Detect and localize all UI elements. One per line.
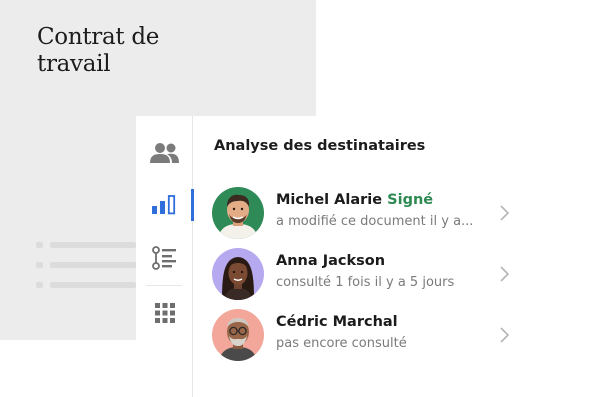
panel-title: Analyse des destinataires <box>214 138 426 154</box>
avatar <box>212 309 264 361</box>
recipient-name-line: Anna Jackson <box>276 253 385 269</box>
chevron-right-icon <box>500 266 510 282</box>
nav-apps-button[interactable] <box>136 291 193 335</box>
nav-analytics-button[interactable] <box>136 183 194 227</box>
recipient-name: Cédric Marchal <box>276 314 398 330</box>
analytics-bar-icon <box>151 195 175 215</box>
recipient-name: Anna Jackson <box>276 253 386 269</box>
doc-line <box>50 262 136 268</box>
recipient-name-line: Cédric Marchal <box>276 314 398 330</box>
avatar <box>212 248 264 300</box>
recipient-detail: consulté 1 fois il y a 5 jours <box>276 275 455 290</box>
recipient-name: Michel Alarie <box>276 192 383 208</box>
avatar-portrait <box>212 187 264 239</box>
recipient-detail: a modifié ce document il y a... <box>276 214 474 229</box>
recipient-detail: pas encore consulté <box>276 336 407 351</box>
document-title: Contrat de travail <box>37 24 160 77</box>
nav-list-button[interactable] <box>136 236 193 280</box>
doc-bullet <box>36 262 43 268</box>
doc-line <box>50 282 136 288</box>
recipient-row[interactable]: Anna Jackson consulté 1 fois il y a 5 jo… <box>212 248 522 304</box>
grid-icon <box>154 303 175 323</box>
recipient-row[interactable]: Cédric Marchal pas encore consulté <box>212 309 522 365</box>
list-icon <box>151 246 176 270</box>
avatar <box>212 187 264 239</box>
side-nav-rail <box>136 116 194 397</box>
nav-recipients-button[interactable] <box>136 131 193 175</box>
recipient-analysis-panel: Analyse des destinataires Michel Alarie … <box>136 116 590 397</box>
avatar-portrait <box>212 248 264 300</box>
nav-divider <box>146 285 182 286</box>
doc-line <box>50 242 136 248</box>
recipient-row[interactable]: Michel Alarie Signé a modifié ce documen… <box>212 187 522 243</box>
recipient-name-line: Michel Alarie Signé <box>276 192 433 208</box>
avatar-portrait <box>212 309 264 361</box>
people-icon <box>149 143 179 163</box>
chevron-right-icon <box>500 205 510 221</box>
doc-bullet <box>36 282 43 288</box>
chevron-right-icon <box>500 327 510 343</box>
doc-bullet <box>36 242 43 248</box>
status-badge: Signé <box>387 192 434 208</box>
